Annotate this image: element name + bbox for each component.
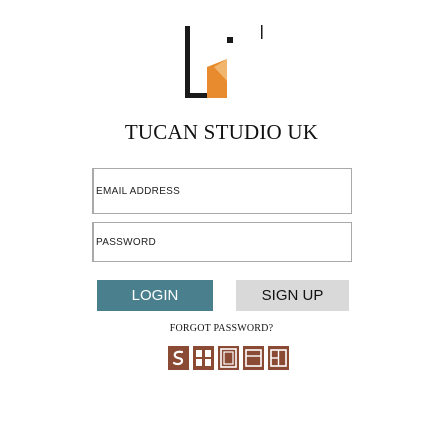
- grid-icon[interactable]: [193, 346, 214, 370]
- email-field[interactable]: [92, 168, 352, 214]
- layout-icon[interactable]: [268, 346, 289, 370]
- signup-button[interactable]: SIGN UP: [236, 280, 349, 311]
- forgot-password-link[interactable]: FORGOT PASSWORD?: [0, 323, 443, 334]
- window-icon[interactable]: [243, 346, 264, 370]
- tucan-logo-icon: [185, 25, 263, 98]
- login-button[interactable]: LOGIN: [97, 280, 213, 311]
- password-field[interactable]: [92, 222, 352, 262]
- skype-icon[interactable]: [168, 346, 189, 370]
- brand-title: TUCAN STUDIO UK: [124, 120, 319, 144]
- social-icons: [168, 346, 289, 370]
- login-page: TUCAN STUDIO UK LOGIN SIGN UP FORGOT PAS…: [0, 0, 443, 443]
- box-icon[interactable]: [218, 346, 239, 370]
